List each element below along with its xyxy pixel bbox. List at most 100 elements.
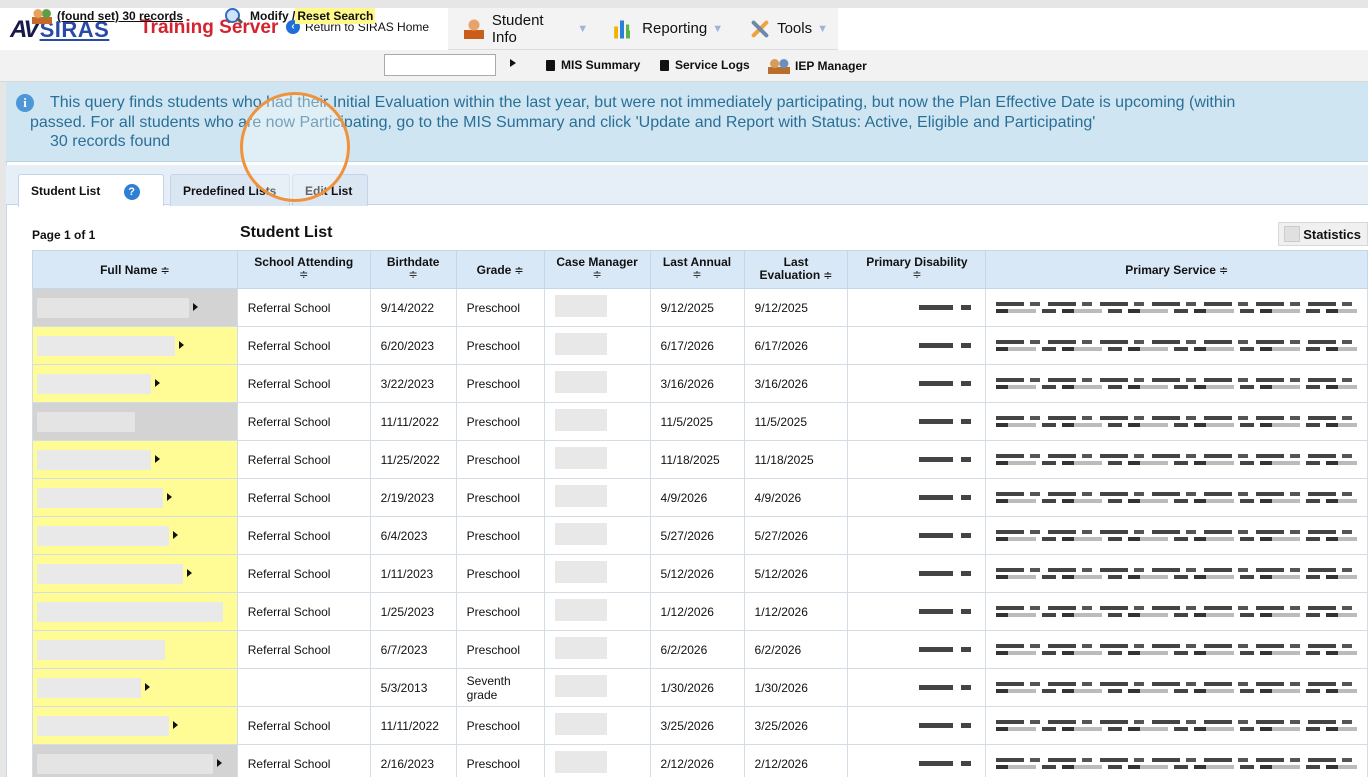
play-arrow-icon[interactable] bbox=[510, 59, 516, 67]
modify-link[interactable]: Modify / bbox=[250, 9, 295, 23]
column-birthdate[interactable]: Birthdate ≑ bbox=[369, 250, 457, 289]
column-last-annual[interactable]: Last Annual ≑ bbox=[649, 250, 745, 289]
menu-tools[interactable]: Tools ▼ bbox=[733, 19, 838, 39]
search-input[interactable] bbox=[384, 54, 496, 76]
table-row[interactable]: Referral School 9/14/2022 Preschool 9/12/20… bbox=[32, 288, 1368, 327]
case-manager-cell bbox=[543, 402, 651, 441]
table-row[interactable]: Referral School 1/25/2023 Preschool 1/12/20… bbox=[32, 592, 1368, 631]
table-row[interactable]: Referral School 1/11/2023 Preschool 5/12/20… bbox=[32, 554, 1368, 593]
redacted-service bbox=[996, 568, 1357, 579]
grade-cell: Preschool bbox=[455, 326, 545, 365]
primary-disability-cell bbox=[847, 668, 987, 707]
redacted-name bbox=[37, 374, 151, 394]
case-manager-cell bbox=[543, 668, 651, 707]
column-grade[interactable]: Grade ≑ bbox=[455, 250, 545, 289]
document-icon bbox=[546, 59, 555, 71]
sort-icon[interactable]: ≑ bbox=[549, 269, 646, 282]
table-row[interactable]: Referral School 2/16/2023 Preschool 2/12/20… bbox=[32, 744, 1368, 777]
last-annual-cell: 9/12/2025 bbox=[649, 288, 745, 327]
table-row[interactable]: Referral School 11/11/2022 Preschool 3/25/2… bbox=[32, 706, 1368, 745]
school-cell: Referral School bbox=[236, 592, 371, 631]
redacted-disability bbox=[913, 723, 976, 728]
student-name-cell[interactable] bbox=[32, 516, 238, 555]
student-name-cell[interactable] bbox=[32, 440, 238, 479]
iep-manager-button[interactable]: IEP Manager bbox=[768, 58, 867, 74]
primary-service-cell bbox=[985, 630, 1368, 669]
student-name-cell[interactable] bbox=[32, 478, 238, 517]
case-manager-cell bbox=[543, 630, 651, 669]
sort-icon[interactable]: ≑ bbox=[514, 265, 523, 277]
sort-icon[interactable]: ≑ bbox=[823, 270, 832, 282]
student-name-cell[interactable] bbox=[32, 364, 238, 403]
info-icon: i bbox=[16, 94, 34, 112]
sort-icon[interactable]: ≑ bbox=[160, 265, 169, 277]
redacted-service bbox=[996, 302, 1357, 313]
column-case-manager[interactable]: Case Manager ≑ bbox=[543, 250, 651, 289]
sort-icon[interactable]: ≑ bbox=[852, 269, 981, 282]
primary-service-cell bbox=[985, 516, 1368, 555]
school-cell: Referral School bbox=[236, 364, 371, 403]
table-row[interactable]: Referral School 3/22/2023 Preschool 3/16/20… bbox=[32, 364, 1368, 403]
sort-icon[interactable]: ≑ bbox=[375, 269, 452, 282]
primary-disability-cell bbox=[847, 554, 987, 593]
search-icon bbox=[224, 7, 242, 25]
student-name-cell[interactable] bbox=[32, 592, 238, 631]
redacted-name bbox=[37, 716, 169, 736]
tab-student-list[interactable]: Student List ? bbox=[18, 174, 164, 207]
birthdate-cell: 11/11/2022 bbox=[369, 402, 457, 441]
column-full-name[interactable]: Full Name ≑ bbox=[32, 250, 238, 289]
clipboard-icon bbox=[660, 59, 669, 71]
menu-reporting[interactable]: Reporting ▼ bbox=[598, 19, 733, 39]
student-name-cell[interactable] bbox=[32, 668, 238, 707]
grade-cell: Preschool bbox=[455, 402, 545, 441]
grade-cell: Preschool bbox=[455, 440, 545, 479]
redacted-disability bbox=[913, 533, 976, 538]
primary-service-cell bbox=[985, 440, 1368, 479]
sort-icon[interactable]: ≑ bbox=[1219, 265, 1228, 277]
table-row[interactable]: Referral School 6/7/2023 Preschool 6/2/2026… bbox=[32, 630, 1368, 669]
birthdate-cell: 9/14/2022 bbox=[369, 288, 457, 327]
student-name-cell[interactable] bbox=[32, 630, 238, 669]
student-name-cell[interactable] bbox=[32, 744, 238, 777]
sort-icon[interactable]: ≑ bbox=[655, 269, 740, 282]
service-logs-button[interactable]: Service Logs bbox=[660, 58, 750, 72]
redacted-service bbox=[996, 682, 1357, 693]
column-primary-disability[interactable]: Primary Disability ≑ bbox=[847, 250, 987, 289]
table-row[interactable]: 5/3/2013 Seventh grade 1/30/2026 1/30/2026 bbox=[32, 668, 1368, 707]
info-line-1: This query finds students who had their … bbox=[50, 94, 1236, 111]
birthdate-cell: 11/25/2022 bbox=[369, 440, 457, 479]
grade-cell: Preschool bbox=[455, 516, 545, 555]
table-row[interactable]: Referral School 11/25/2022 Preschool 11/18/… bbox=[32, 440, 1368, 479]
main-menu: Student Info ▼ Reporting ▼ Tools ▼ bbox=[448, 8, 838, 50]
service-logs-label: Service Logs bbox=[675, 58, 750, 72]
reset-search-link[interactable]: Reset Search bbox=[295, 8, 376, 24]
redacted-service bbox=[996, 644, 1357, 655]
mis-summary-button[interactable]: MIS Summary bbox=[546, 58, 640, 72]
column-school-attending[interactable]: School Attending ≑ bbox=[236, 250, 371, 289]
column-primary-service[interactable]: Primary Service ≑ bbox=[985, 250, 1368, 289]
found-set-link[interactable]: (found set) 30 records bbox=[32, 8, 183, 24]
sort-icon[interactable]: ≑ bbox=[242, 269, 366, 282]
table-row[interactable]: Referral School 11/11/2022 Preschool 11/5/2… bbox=[32, 402, 1368, 441]
last-evaluation-cell: 1/12/2026 bbox=[743, 592, 849, 631]
student-name-cell[interactable] bbox=[32, 554, 238, 593]
table-row[interactable]: Referral School 2/19/2023 Preschool 4/9/202… bbox=[32, 478, 1368, 517]
student-name-cell[interactable] bbox=[32, 706, 238, 745]
statistics-button[interactable]: Statistics bbox=[1278, 222, 1368, 246]
table-row[interactable]: Referral School 6/20/2023 Preschool 6/17/20… bbox=[32, 326, 1368, 365]
last-annual-cell: 5/27/2026 bbox=[649, 516, 745, 555]
primary-service-cell bbox=[985, 744, 1368, 777]
last-annual-cell: 11/5/2025 bbox=[649, 402, 745, 441]
help-icon[interactable]: ? bbox=[123, 184, 140, 200]
table-row[interactable]: Referral School 6/4/2023 Preschool 5/27/202… bbox=[32, 516, 1368, 555]
student-name-cell[interactable] bbox=[32, 288, 238, 327]
tab-edit-list[interactable]: Edit List bbox=[292, 174, 368, 206]
column-last-evaluation[interactable]: Last Evaluation ≑ bbox=[743, 250, 849, 289]
primary-disability-cell bbox=[847, 326, 987, 365]
menu-student-info[interactable]: Student Info ▼ bbox=[448, 12, 598, 46]
last-evaluation-cell: 2/12/2026 bbox=[743, 744, 849, 777]
tab-predefined-lists[interactable]: Predefined Lists bbox=[170, 174, 290, 206]
primary-disability-cell bbox=[847, 288, 987, 327]
student-name-cell[interactable] bbox=[32, 402, 238, 441]
student-name-cell[interactable] bbox=[32, 326, 238, 365]
